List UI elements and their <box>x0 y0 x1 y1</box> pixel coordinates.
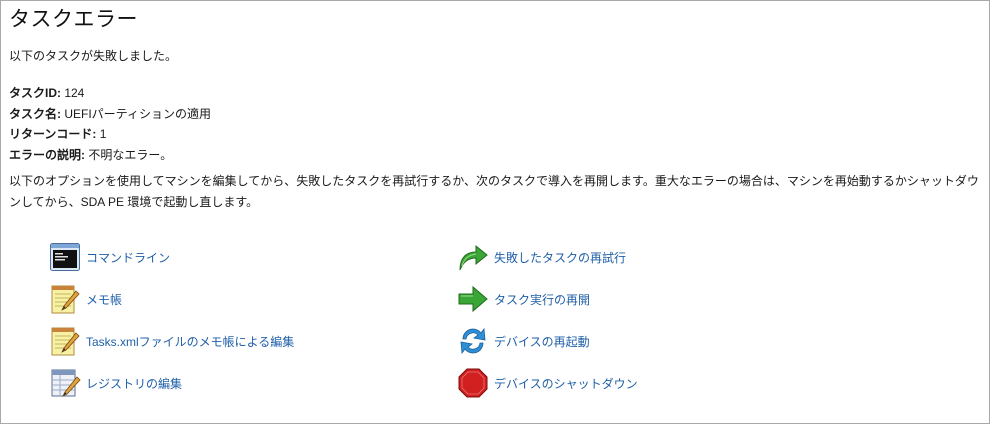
intro-text: 以下のタスクが失敗しました。 <box>9 49 178 63</box>
task-name-label: タスク名: <box>9 106 61 121</box>
task-name-row: タスク名: UEFIパーティションの適用 <box>9 104 211 125</box>
edit-tasks-xml-label: Tasks.xmlファイルのメモ帳による編集 <box>86 334 295 349</box>
forward-arrow-icon <box>457 283 489 315</box>
edit-registry-link[interactable]: レジストリの編集 <box>49 365 182 401</box>
error-description-value: 不明なエラー。 <box>85 147 173 162</box>
notepad-icon <box>49 283 81 315</box>
task-name-value: UEFIパーティションの適用 <box>61 106 211 121</box>
refresh-icon <box>457 325 489 357</box>
command-line-label: コマンドライン <box>86 250 171 265</box>
stop-sign-icon <box>457 367 489 399</box>
notepad-label: メモ帳 <box>86 292 123 307</box>
page-title: タスクエラー <box>9 8 138 31</box>
shutdown-device-label: デバイスのシャットダウン <box>494 376 638 391</box>
notepad-link[interactable]: メモ帳 <box>49 281 122 317</box>
task-error-window: タスクエラー 以下のタスクが失敗しました。 タスクID: 124 タスク名: U… <box>0 0 990 424</box>
task-id-label: タスクID: <box>9 86 61 100</box>
restart-device-label: デバイスの再起動 <box>494 334 590 349</box>
resume-tasks-label: タスク実行の再開 <box>494 292 591 307</box>
task-id-value: 124 <box>61 86 85 100</box>
command-line-link[interactable]: コマンドライン <box>49 239 170 275</box>
edit-registry-label: レジストリの編集 <box>86 376 183 391</box>
retry-task-link[interactable]: 失敗したタスクの再試行 <box>457 239 626 275</box>
task-id-row: タスクID: 124 <box>9 83 211 104</box>
return-code-label: リターンコード: <box>9 127 97 141</box>
task-details: タスクID: 124 タスク名: UEFIパーティションの適用 リターンコード:… <box>9 83 211 165</box>
retry-arrow-icon <box>457 241 489 273</box>
retry-task-label: 失敗したタスクの再試行 <box>494 250 627 265</box>
shutdown-device-link[interactable]: デバイスのシャットダウン <box>457 365 638 401</box>
terminal-icon <box>49 241 81 273</box>
error-description-label: エラーの説明: <box>9 147 85 162</box>
options-description: 以下のオプションを使用してマシンを編集してから、失敗したタスクを再試行するか、次… <box>9 174 979 209</box>
error-description-row: エラーの説明: 不明なエラー。 <box>9 145 211 166</box>
edit-tasks-xml-link[interactable]: Tasks.xmlファイルのメモ帳による編集 <box>49 323 294 359</box>
return-code-row: リターンコード: 1 <box>9 124 211 145</box>
restart-device-link[interactable]: デバイスの再起動 <box>457 323 590 359</box>
registry-icon <box>49 367 81 399</box>
return-code-value: 1 <box>96 127 107 141</box>
notepad-edit-icon <box>49 325 81 357</box>
resume-tasks-link[interactable]: タスク実行の再開 <box>457 281 590 317</box>
